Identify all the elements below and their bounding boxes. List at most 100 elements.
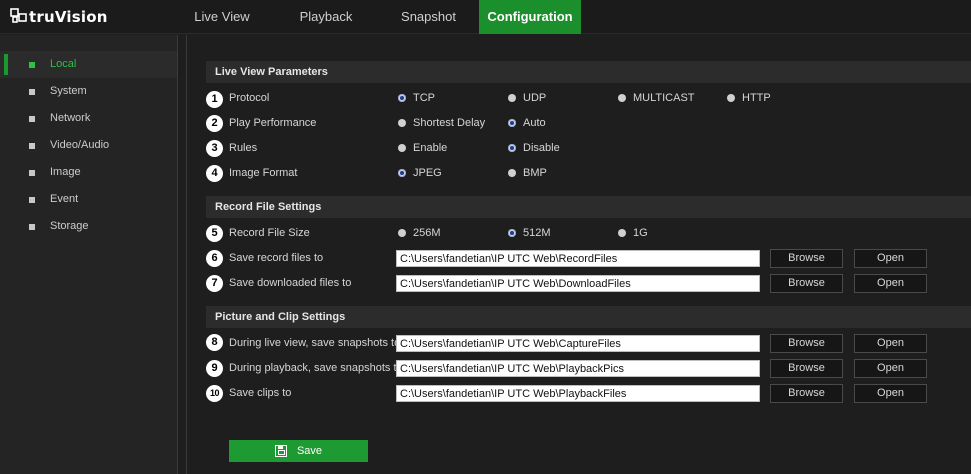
callout-number: 5: [206, 225, 223, 242]
radio-dot: [508, 229, 516, 237]
bullet-icon: [29, 143, 35, 149]
radio-dot: [398, 144, 406, 152]
callout-number: 4: [206, 165, 223, 182]
record-open-button[interactable]: Open: [854, 249, 927, 268]
divider: [186, 35, 187, 474]
logo: truVision: [10, 7, 108, 27]
protocol-http-radio[interactable]: HTTP: [727, 90, 771, 106]
play-performance-shortest-delay-radio[interactable]: Shortest Delay: [398, 115, 485, 131]
truvision-logo-icon: [10, 8, 28, 26]
section-picture-clip-settings: Picture and Clip Settings: [206, 306, 971, 328]
download-browse-button[interactable]: Browse: [770, 274, 843, 293]
rules-enable-radio[interactable]: Enable: [398, 140, 447, 156]
playback-snapshots-label: During playback, save snapshots to: [229, 362, 403, 374]
callout-number: 3: [206, 140, 223, 157]
sidebar-item-event[interactable]: Event: [0, 186, 177, 213]
sidebar-item-storage[interactable]: Storage: [0, 213, 177, 240]
callout-number: 6: [206, 250, 223, 267]
radio-label: Enable: [413, 142, 448, 154]
radio-dot: [398, 229, 406, 237]
radio-dot: [727, 94, 735, 102]
record-size-1g-radio[interactable]: 1G: [618, 225, 648, 241]
tab-snapshot[interactable]: Snapshot: [378, 0, 479, 34]
save-record-files-label: Save record files to: [229, 252, 324, 264]
sidebar-item-label: Local: [50, 58, 77, 70]
sidebar-item-video-audio[interactable]: Video/Audio: [0, 132, 177, 159]
save-clips-label: Save clips to: [229, 387, 292, 399]
sidebar-item-network[interactable]: Network: [0, 105, 177, 132]
image-format-jpeg-radio[interactable]: JPEG: [398, 165, 442, 181]
bullet-icon: [29, 116, 35, 122]
save-record-files-input[interactable]: C:\Users\fandetian\IP UTC Web\RecordFile…: [396, 250, 760, 267]
tab-live-view[interactable]: Live View: [170, 0, 274, 34]
radio-dot: [398, 119, 406, 127]
radio-dot: [398, 169, 406, 177]
bullet-icon: [29, 224, 35, 230]
sidebar-item-system[interactable]: System: [0, 78, 177, 105]
playback-snapshot-browse-button[interactable]: Browse: [770, 359, 843, 378]
radio-dot: [618, 229, 626, 237]
sidebar-item-label: Network: [50, 112, 91, 124]
sidebar: Local System Network Video/Audio Image E…: [0, 35, 178, 474]
sidebar-item-label: Storage: [50, 220, 89, 232]
playback-snapshots-input[interactable]: C:\Users\fandetian\IP UTC Web\PlaybackPi…: [396, 360, 760, 377]
callout-number: 10: [206, 385, 223, 402]
callout-number: 9: [206, 360, 223, 377]
radio-label: Auto: [523, 117, 546, 129]
radio-dot: [618, 94, 626, 102]
radio-dot: [508, 144, 516, 152]
protocol-multicast-radio[interactable]: MULTICAST: [618, 90, 695, 106]
record-size-512m-radio[interactable]: 512M: [508, 225, 551, 241]
image-format-bmp-radio[interactable]: BMP: [508, 165, 547, 181]
sidebar-item-label: Video/Audio: [50, 139, 110, 151]
section-record-file-settings: Record File Settings: [206, 196, 971, 218]
radio-label: JPEG: [413, 167, 442, 179]
logo-text: truVision: [29, 8, 108, 26]
live-snapshot-browse-button[interactable]: Browse: [770, 334, 843, 353]
bullet-icon: [29, 170, 35, 176]
live-snapshot-open-button[interactable]: Open: [854, 334, 927, 353]
floppy-disk-icon: [274, 445, 287, 457]
bullet-icon: [29, 197, 35, 203]
save-button[interactable]: Save: [229, 440, 368, 462]
radio-label: TCP: [413, 92, 435, 104]
sidebar-item-local[interactable]: Local: [0, 51, 177, 78]
rules-disable-radio[interactable]: Disable: [508, 140, 560, 156]
save-clips-input[interactable]: C:\Users\fandetian\IP UTC Web\PlaybackFi…: [396, 385, 760, 402]
record-browse-button[interactable]: Browse: [770, 249, 843, 268]
download-open-button[interactable]: Open: [854, 274, 927, 293]
callout-number: 8: [206, 334, 223, 351]
radio-label: MULTICAST: [633, 92, 695, 104]
tab-playback[interactable]: Playback: [274, 0, 378, 34]
radio-dot: [508, 94, 516, 102]
clips-open-button[interactable]: Open: [854, 384, 927, 403]
record-file-size-label: Record File Size: [229, 227, 310, 239]
protocol-label: Protocol: [229, 92, 270, 104]
save-downloaded-files-label: Save downloaded files to: [229, 277, 352, 289]
radio-dot: [508, 119, 516, 127]
rules-label: Rules: [229, 142, 258, 154]
callout-number: 2: [206, 115, 223, 132]
play-performance-auto-radio[interactable]: Auto: [508, 115, 546, 131]
clips-browse-button[interactable]: Browse: [770, 384, 843, 403]
section-live-view-parameters: Live View Parameters: [206, 61, 971, 83]
radio-label: Shortest Delay: [413, 117, 486, 129]
protocol-tcp-radio[interactable]: TCP: [398, 90, 435, 106]
save-downloaded-files-input[interactable]: C:\Users\fandetian\IP UTC Web\DownloadFi…: [396, 275, 760, 292]
sidebar-item-image[interactable]: Image: [0, 159, 177, 186]
play-performance-label: Play Performance: [229, 117, 317, 129]
callout-number: 1: [206, 91, 223, 108]
tab-configuration[interactable]: Configuration: [479, 0, 581, 34]
image-format-label: Image Format: [229, 167, 298, 179]
top-bar: truVision Live View Playback Snapshot Co…: [0, 0, 971, 34]
radio-label: UDP: [523, 92, 547, 104]
live-snapshots-label: During live view, save snapshots to: [229, 337, 401, 349]
radio-label: 512M: [523, 227, 551, 239]
playback-snapshot-open-button[interactable]: Open: [854, 359, 927, 378]
radio-dot: [508, 169, 516, 177]
protocol-udp-radio[interactable]: UDP: [508, 90, 546, 106]
live-snapshots-input[interactable]: C:\Users\fandetian\IP UTC Web\CaptureFil…: [396, 335, 760, 352]
bullet-icon: [29, 89, 35, 95]
main-nav: Live View Playback Snapshot Configuratio…: [170, 0, 581, 34]
record-size-256m-radio[interactable]: 256M: [398, 225, 441, 241]
